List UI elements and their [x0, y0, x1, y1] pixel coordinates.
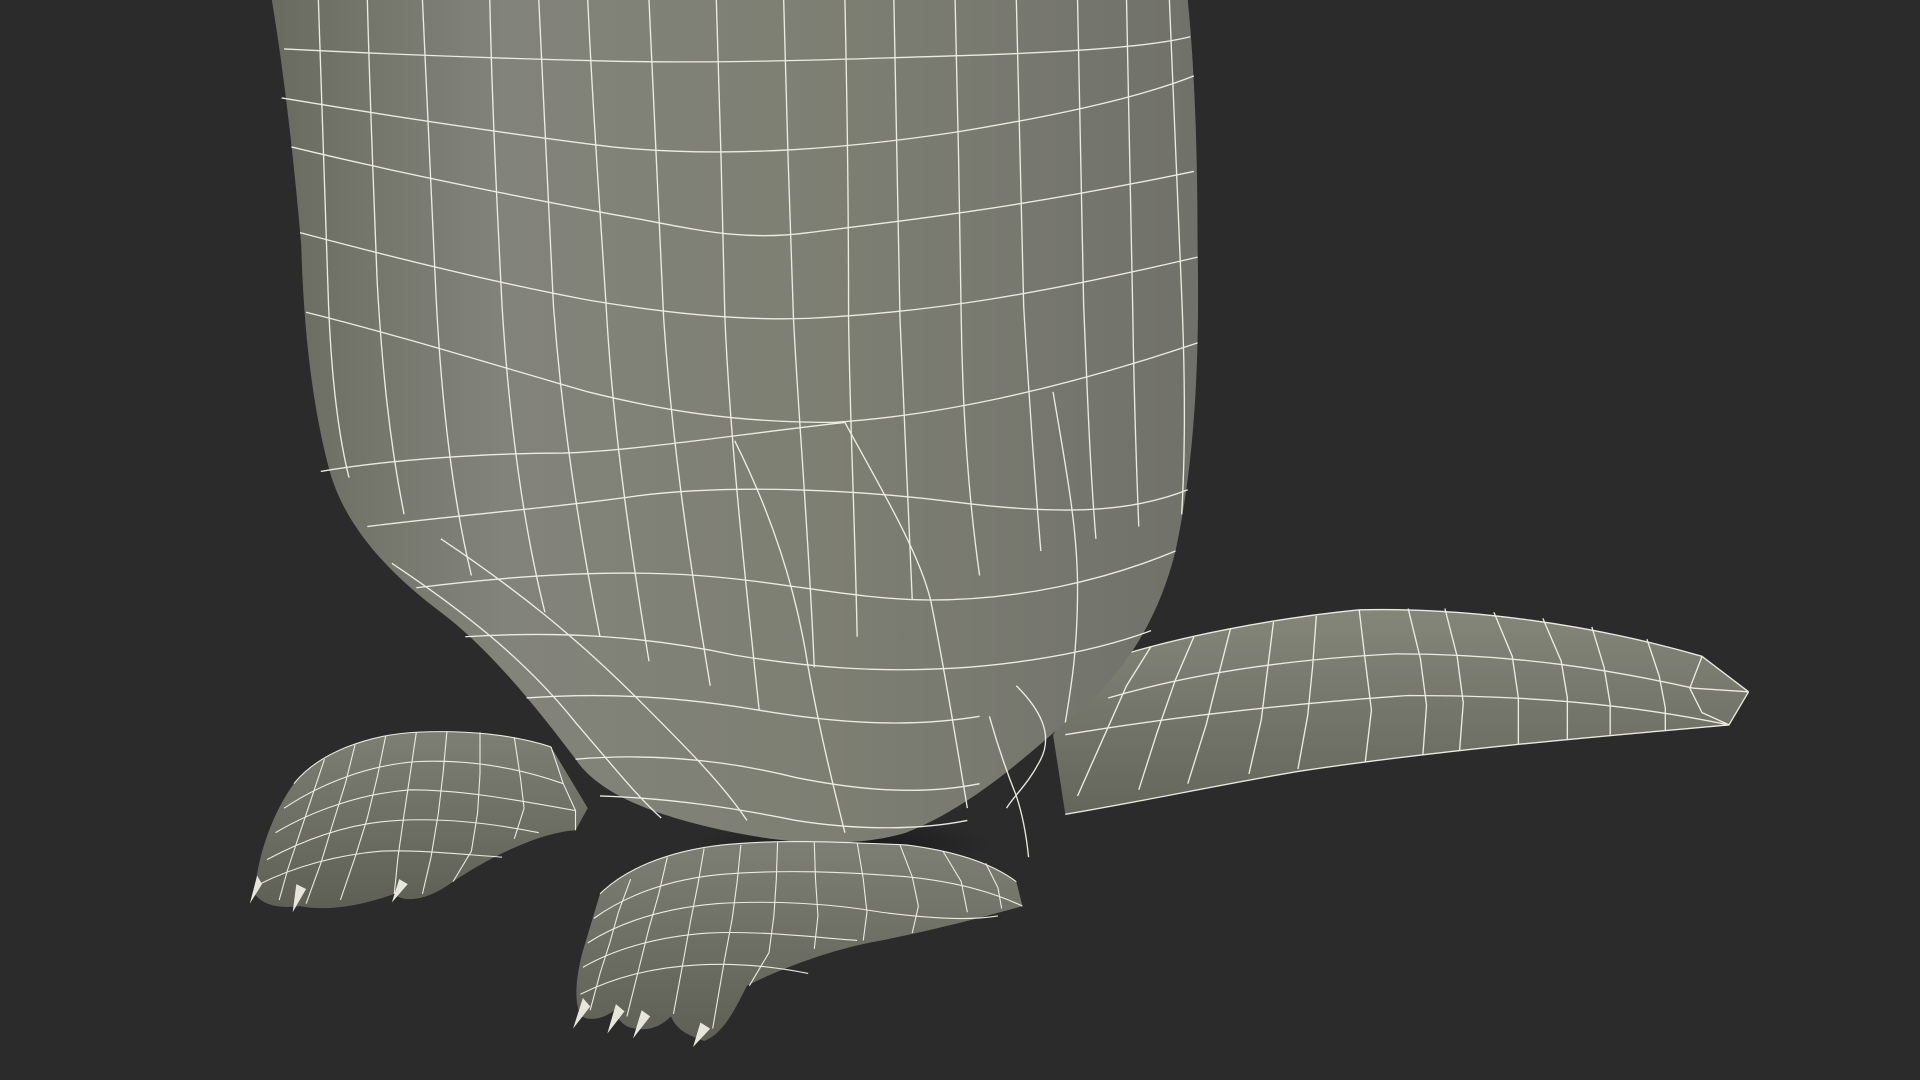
- wireframe-render: [0, 0, 1920, 1080]
- render-viewport: [0, 0, 1920, 1080]
